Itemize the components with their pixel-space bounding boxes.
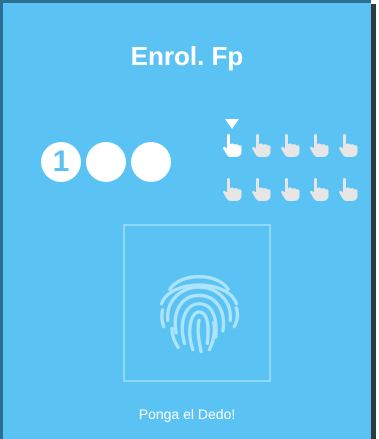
finger-option[interactable] xyxy=(279,133,301,159)
finger-option[interactable] xyxy=(250,177,272,203)
finger-option[interactable] xyxy=(337,177,359,203)
step-current: 1 xyxy=(41,142,81,182)
finger-selected[interactable] xyxy=(221,133,243,159)
pointing-hand-icon xyxy=(310,178,329,201)
pointing-hand-icon xyxy=(281,178,300,201)
pointing-hand-icon xyxy=(339,178,358,201)
status-prompt: Ponga el Dedo! xyxy=(138,406,236,422)
enrollment-screen: Enrol. Fp 1 Ponga el Dedo! xyxy=(0,0,371,439)
selected-finger-marker-icon xyxy=(225,119,239,129)
step-indicator: 1 xyxy=(41,142,201,192)
finger-option[interactable] xyxy=(337,133,359,159)
pointing-hand-icon xyxy=(223,134,242,157)
finger-option[interactable] xyxy=(279,177,301,203)
pointing-hand-icon xyxy=(252,134,271,157)
finger-option[interactable] xyxy=(308,177,330,203)
finger-option[interactable] xyxy=(308,133,330,159)
pointing-hand-icon xyxy=(339,134,358,157)
fingerprint-scan-area[interactable] xyxy=(123,224,271,382)
step-current-number: 1 xyxy=(52,145,70,178)
pointing-hand-icon xyxy=(281,134,300,157)
finger-option[interactable] xyxy=(250,133,272,159)
finger-selector xyxy=(221,119,371,219)
step-pending xyxy=(86,142,126,182)
pointing-hand-icon xyxy=(310,134,329,157)
pointing-hand-icon xyxy=(223,178,242,201)
fingerprint-icon xyxy=(159,275,240,354)
finger-option[interactable] xyxy=(221,177,243,203)
screen-title: Enrol. Fp xyxy=(130,41,244,71)
pointing-hand-icon xyxy=(252,178,271,201)
step-pending xyxy=(131,142,171,182)
